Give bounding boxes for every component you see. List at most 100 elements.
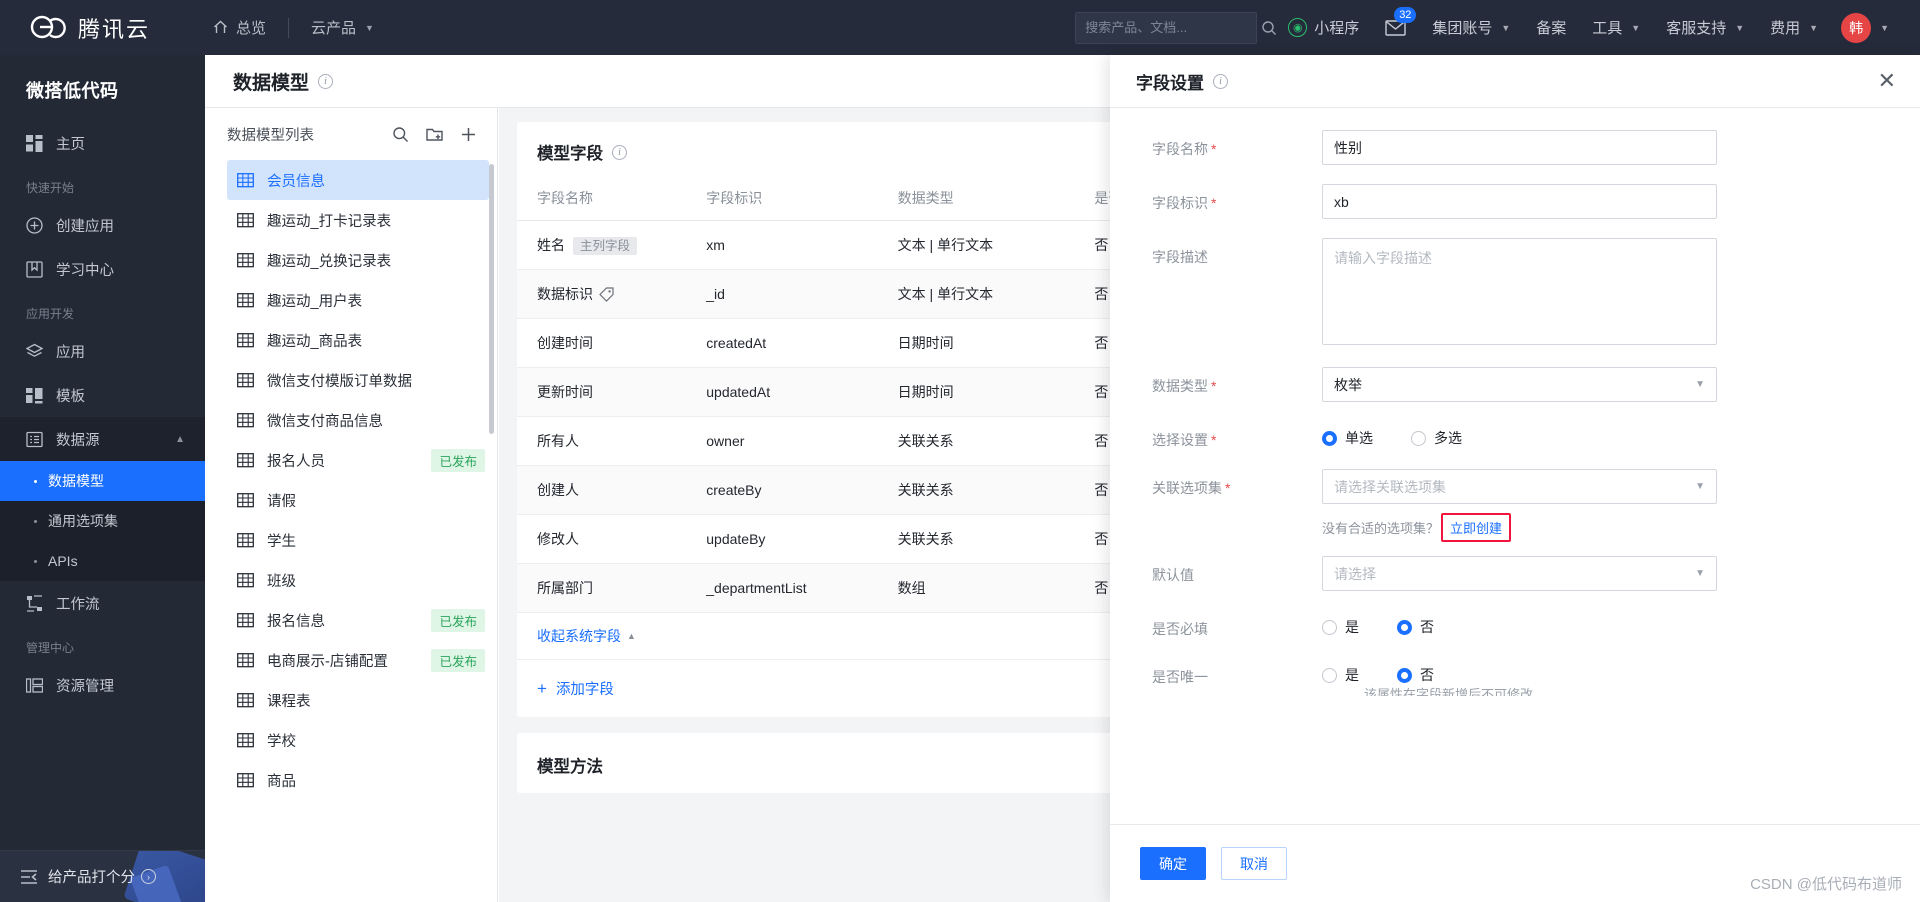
model-list-item[interactable]: 微信支付商品信息 xyxy=(227,400,489,440)
topbar-item-tools[interactable]: 工具 ▼ xyxy=(1579,0,1653,55)
radio-unique-yes-label: 是 xyxy=(1345,667,1359,683)
topbar-item-messages[interactable]: 32 xyxy=(1372,0,1419,55)
info-icon[interactable]: i xyxy=(1213,73,1228,89)
brand-name: 腾讯云 xyxy=(78,16,151,42)
model-list-item[interactable]: 学生 xyxy=(227,520,489,560)
field-name-text: 创建人 xyxy=(537,482,579,498)
confirm-button[interactable]: 确定 xyxy=(1140,847,1206,880)
model-list-item[interactable]: 报名信息 已发布 xyxy=(227,600,489,640)
col-data-type: 数据类型 xyxy=(897,180,1095,221)
sidebar-label-home: 主页 xyxy=(56,136,85,153)
radio-single-select[interactable]: 单选 xyxy=(1322,428,1373,448)
topbar-label-filing: 备案 xyxy=(1536,20,1567,37)
model-list-item[interactable]: 趣运动_用户表 xyxy=(227,280,489,320)
model-list-item[interactable]: 班级 xyxy=(227,560,489,600)
cell-field-key: xm xyxy=(706,220,898,270)
select-setting-control: 单选 多选 xyxy=(1322,421,1717,448)
topnav-item-overview[interactable]: 总览 xyxy=(198,0,280,55)
sidebar-item-resource-mgmt[interactable]: 资源管理 xyxy=(0,663,205,707)
rate-product-button[interactable]: 给产品打个分 › xyxy=(48,866,156,887)
data-type-select[interactable]: 枚举 ▼ xyxy=(1322,367,1717,402)
radio-required-yes-label: 是 xyxy=(1345,619,1359,635)
cell-data-type: 关联关系 xyxy=(897,465,1095,515)
sidebar-label-apis: APIs xyxy=(48,553,78,569)
search-icon[interactable] xyxy=(392,126,409,143)
chevron-down-icon: ▼ xyxy=(1809,22,1819,33)
brand-logo-group[interactable]: 腾讯云 xyxy=(30,12,150,44)
topnav-item-products[interactable]: 云产品 ▼ xyxy=(297,0,388,55)
sidebar-footer: 给产品打个分 › xyxy=(0,850,205,902)
table-icon xyxy=(237,532,254,549)
model-list-item[interactable]: 趣运动_打卡记录表 xyxy=(227,200,489,240)
sidebar-item-workflow[interactable]: 工作流 xyxy=(0,581,205,625)
field-key-input[interactable] xyxy=(1322,184,1717,219)
topbar-item-filing[interactable]: 备案 xyxy=(1523,0,1579,55)
plus-icon: + xyxy=(537,679,547,698)
sidebar-item-app[interactable]: 应用 xyxy=(0,329,205,373)
chevron-down-icon: ▼ xyxy=(365,22,374,33)
is-unique-radio-group: 是 否 xyxy=(1322,658,1717,685)
model-list-item[interactable]: 课程表 xyxy=(227,680,489,720)
chevron-right-icon: › xyxy=(141,869,156,884)
topbar-item-billing[interactable]: 费用 ▼ xyxy=(1757,0,1831,55)
sidebar-item-data-model[interactable]: 数据模型 xyxy=(0,461,205,501)
cell-data-type: 数组 xyxy=(897,563,1095,613)
close-icon[interactable]: ✕ xyxy=(1878,70,1896,92)
sidebar-label-learning-center: 学习中心 xyxy=(56,262,114,279)
model-list-item[interactable]: 趣运动_商品表 xyxy=(227,320,489,360)
field-name-input[interactable] xyxy=(1322,130,1717,165)
model-list-actions xyxy=(392,126,477,143)
cell-field-name: 更新时间 xyxy=(517,367,707,417)
cell-field-name: 姓名 主列字段 xyxy=(517,220,707,270)
cell-field-key: createdAt xyxy=(706,318,898,368)
model-list-item[interactable]: 电商展示-店铺配置 已发布 xyxy=(227,640,489,680)
model-list-item[interactable]: 趣运动_兑换记录表 xyxy=(227,240,489,280)
model-list-item[interactable]: 学校 xyxy=(227,720,489,760)
default-value-select[interactable]: 请选择 ▼ xyxy=(1322,556,1717,591)
cancel-button[interactable]: 取消 xyxy=(1221,847,1287,880)
model-list-item[interactable]: 商品 xyxy=(227,760,489,800)
sidebar-item-learning-center[interactable]: 学习中心 xyxy=(0,247,205,291)
radio-required-no[interactable]: 否 xyxy=(1397,617,1434,637)
field-desc-textarea[interactable] xyxy=(1322,238,1717,345)
topbar-item-support[interactable]: 客服支持 ▼ xyxy=(1653,0,1757,55)
plus-icon[interactable] xyxy=(460,126,477,143)
nav-divider xyxy=(288,17,290,38)
field-desc-row: 字段描述 xyxy=(1110,238,1920,348)
sidebar-item-template[interactable]: 模板 xyxy=(0,373,205,417)
sidebar-item-home[interactable]: 主页 xyxy=(0,121,205,165)
radio-multi-select[interactable]: 多选 xyxy=(1411,428,1462,448)
info-icon[interactable]: i xyxy=(612,144,627,160)
resource-icon xyxy=(26,677,43,694)
chevron-down-icon: ▼ xyxy=(1695,568,1705,579)
is-unique-label: 是否唯一 xyxy=(1152,669,1208,685)
collapse-sidebar-icon[interactable] xyxy=(20,868,38,886)
create-option-set-link[interactable]: 立即创建 xyxy=(1441,513,1512,542)
miniprogram-icon: ◉ xyxy=(1288,18,1308,37)
sidebar-item-option-sets[interactable]: 通用选项集 xyxy=(0,501,205,541)
topbar-label-group-account: 集团账号 xyxy=(1432,20,1493,37)
sidebar-item-create-app[interactable]: 创建应用 xyxy=(0,203,205,247)
sidebar-item-apis[interactable]: APIs xyxy=(0,541,205,581)
search-input[interactable] xyxy=(1085,20,1262,35)
topbar-item-group-account[interactable]: 集团账号 ▼ xyxy=(1419,0,1523,55)
topbar-item-user[interactable]: 韩 ▼ xyxy=(1831,0,1902,55)
model-list-scrollbar[interactable] xyxy=(489,164,494,434)
sidebar-label-option-sets: 通用选项集 xyxy=(48,513,118,529)
avatar: 韩 xyxy=(1841,12,1872,43)
model-list-item[interactable]: 报名人员 已发布 xyxy=(227,440,489,480)
topbar-item-miniprogram[interactable]: ◉ 小程序 xyxy=(1275,0,1372,55)
model-list-item[interactable]: 微信支付模版订单数据 xyxy=(227,360,489,400)
radio-unique-yes[interactable]: 是 xyxy=(1322,665,1359,685)
model-list-item[interactable]: 请假 xyxy=(227,480,489,520)
global-search-box[interactable] xyxy=(1075,11,1277,44)
radio-required-yes[interactable]: 是 xyxy=(1322,617,1359,637)
radio-unique-no[interactable]: 否 xyxy=(1397,665,1434,685)
sidebar-item-datasource[interactable]: 数据源 ▲ xyxy=(0,417,205,461)
model-list-item[interactable]: 会员信息 xyxy=(227,160,489,200)
model-fields-title: 模型字段 xyxy=(537,145,603,163)
new-folder-icon[interactable] xyxy=(426,126,443,143)
option-set-select[interactable]: 请选择关联选项集 ▼ xyxy=(1322,469,1717,504)
radio-required-no-label: 否 xyxy=(1420,619,1434,635)
info-icon[interactable]: i xyxy=(318,73,334,89)
